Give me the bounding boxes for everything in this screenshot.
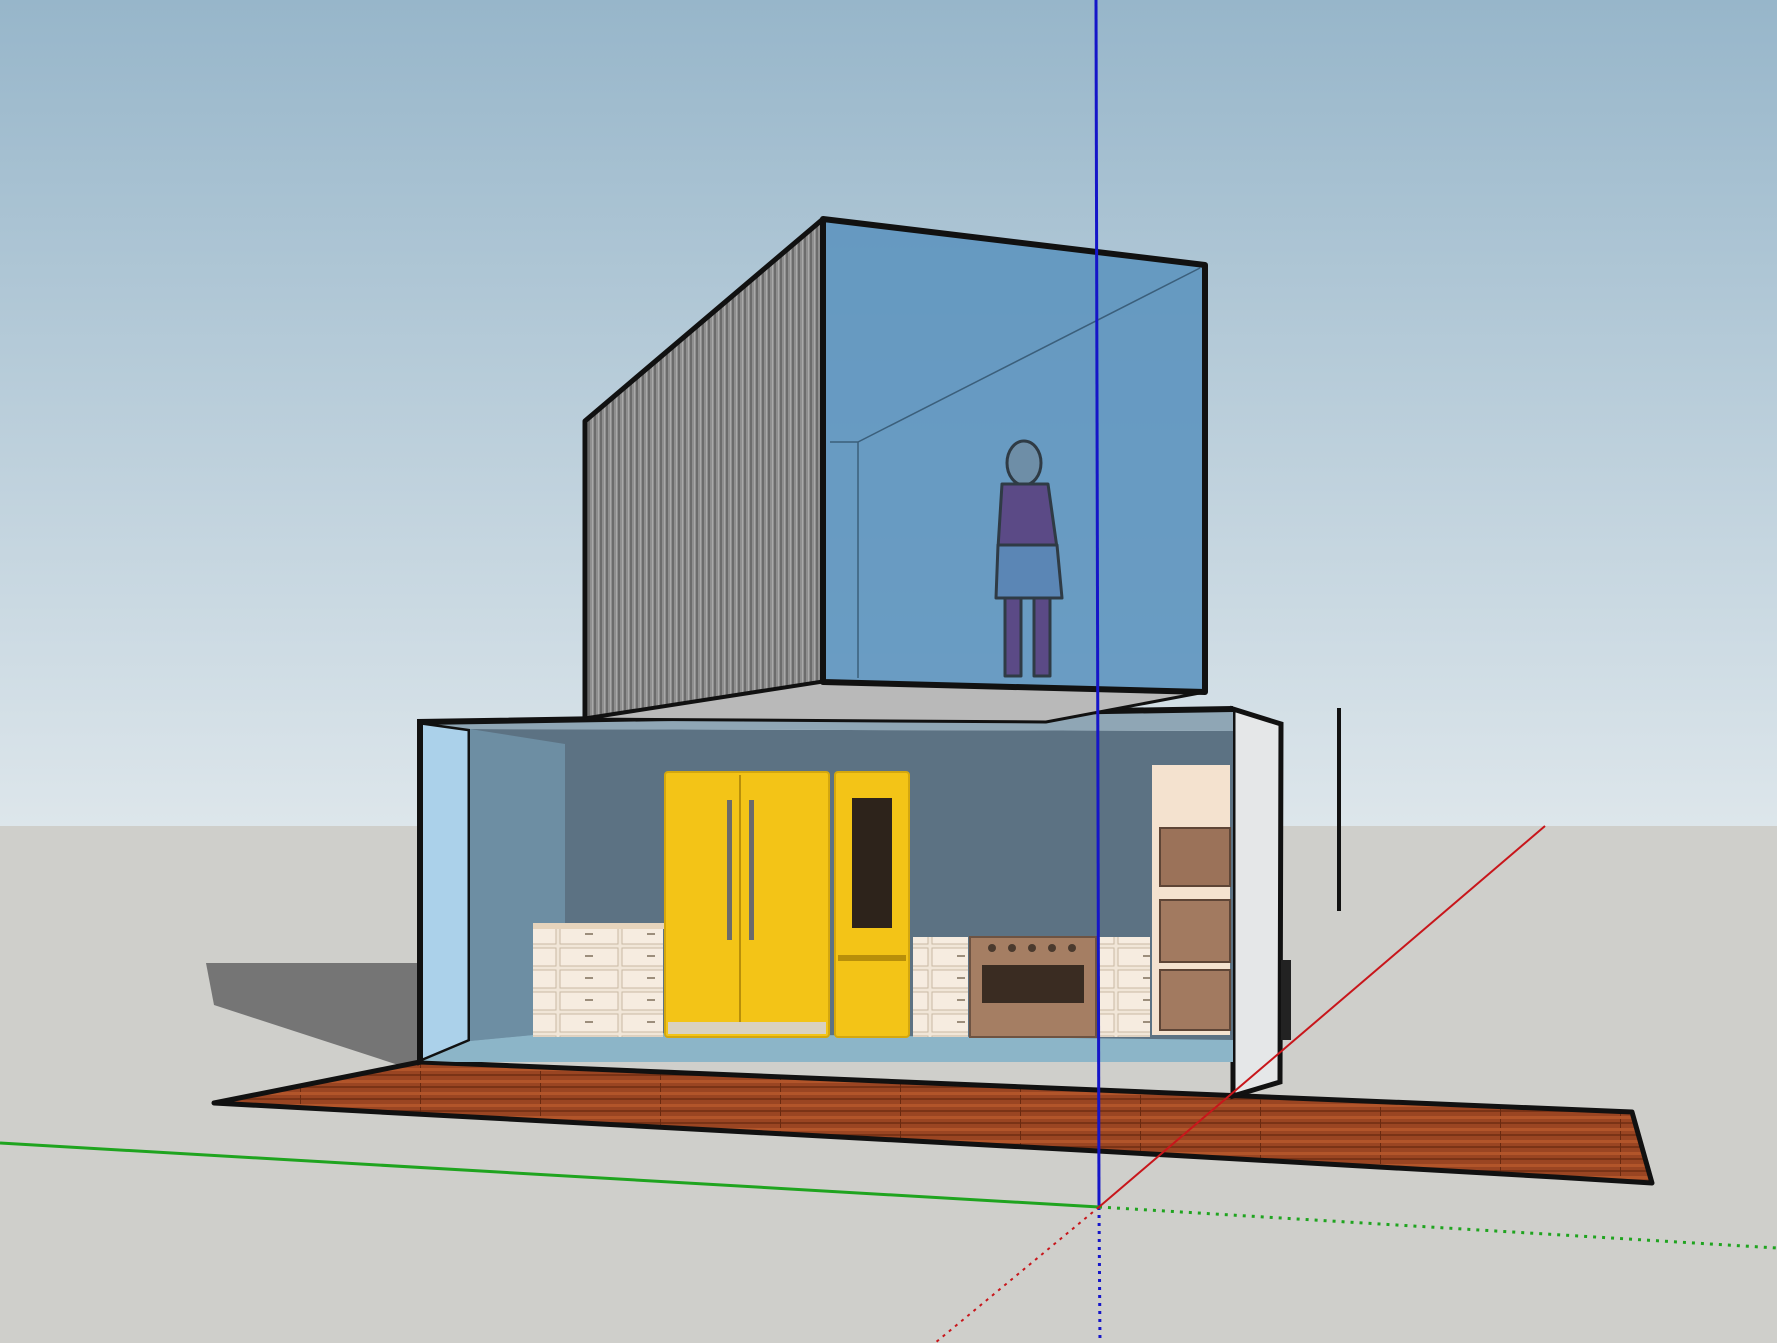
wall-oven-upper[interactable]: [1159, 899, 1231, 963]
base-cabinets-right[interactable]: [1098, 937, 1150, 1037]
wine-fridge-glass: [852, 798, 892, 928]
refrigerator-handle-left: [727, 800, 732, 940]
post[interactable]: [1337, 708, 1341, 911]
countertop-left: [533, 923, 665, 929]
lower-container-left-wall[interactable]: [417, 719, 473, 1066]
base-cabinets-left[interactable]: [533, 927, 663, 1037]
microwave[interactable]: [1159, 827, 1231, 887]
figure-leg-left: [1003, 596, 1023, 678]
wall-oven-lower[interactable]: [1159, 969, 1231, 1031]
base-cabinets-middle[interactable]: [913, 937, 968, 1037]
range-window: [982, 965, 1084, 1003]
figure-head: [1005, 439, 1043, 487]
lower-container-right-wall[interactable]: [1230, 705, 1284, 1100]
figure-torso: [996, 482, 1059, 550]
refrigerator[interactable]: [664, 771, 830, 1038]
figure-leg-right: [1032, 596, 1052, 678]
model-viewport[interactable]: [0, 0, 1777, 1343]
wine-fridge-drawer: [838, 955, 906, 961]
refrigerator-handle-right: [749, 800, 754, 940]
refrigerator-kick: [668, 1022, 826, 1034]
hitch[interactable]: [1281, 960, 1291, 1040]
figure-skirt: [994, 543, 1064, 600]
